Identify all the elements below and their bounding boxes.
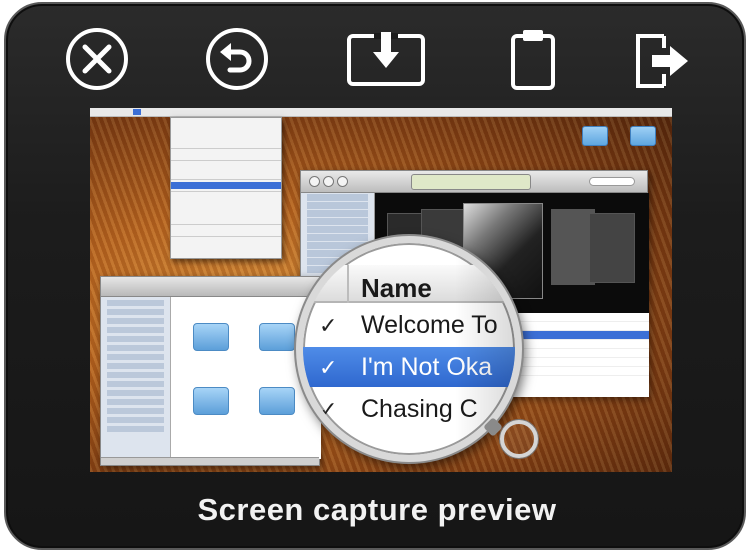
highlighted-menu-item [171,182,281,189]
export-button[interactable] [628,26,694,92]
folder-icon [193,323,229,351]
undo-icon [206,28,268,90]
view-menu-dropdown [170,117,282,259]
desktop-folder-icon [630,126,656,146]
capture-panel: Name ✓ Welcome To ✓ I'm Not Oka ✓ Chasin… [4,2,746,550]
clipboard-icon [511,30,555,90]
folder-icon [193,387,229,415]
toolbar [6,4,748,104]
search-field [589,177,635,186]
itunes-toolbar [301,171,647,193]
undo-button[interactable] [204,26,270,92]
desktop-folder-icon [582,126,608,146]
finder-status-bar [101,457,319,465]
folder-icon [259,323,295,351]
finder-sidebar [101,297,171,459]
name-column-header: Name [361,273,432,303]
screenshot-preview: Name ✓ Welcome To ✓ I'm Not Oka ✓ Chasin… [90,108,672,472]
copy-to-clipboard-button[interactable] [500,26,566,92]
folder-icon [259,387,295,415]
menu-bar [90,108,672,117]
check-icon: ✓ [319,313,338,338]
finder-toolbar [101,277,319,297]
preview-caption: Screen capture preview [197,492,557,527]
now-playing-display [411,174,531,190]
magnifier-handle [500,420,538,458]
close-button[interactable] [64,26,130,92]
export-icon [636,34,688,88]
save-button[interactable] [346,26,426,92]
close-icon [66,28,128,90]
check-icon: ✓ [319,355,338,380]
save-download-icon [347,32,425,86]
finder-window [100,276,321,466]
check-icon: ✓ [319,397,338,422]
